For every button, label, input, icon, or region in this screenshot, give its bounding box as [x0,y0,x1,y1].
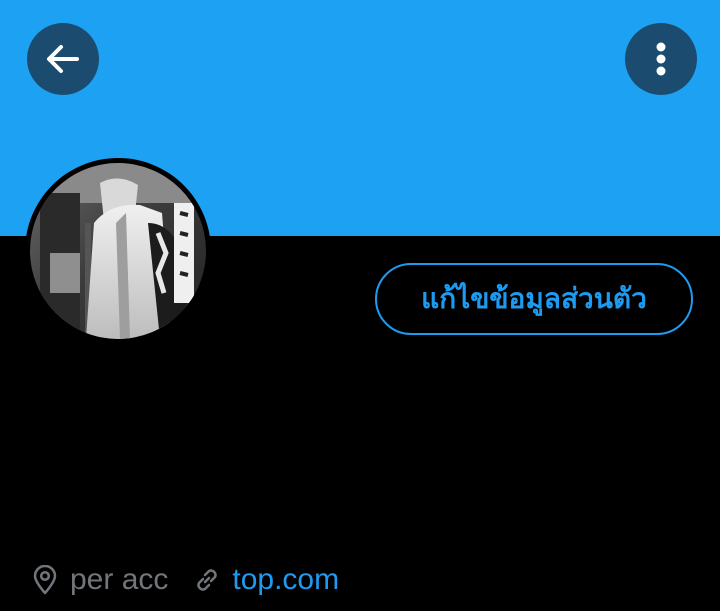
link-icon [192,565,222,595]
more-vertical-icon [656,42,666,76]
more-options-button[interactable] [625,23,697,95]
profile-screen: แก้ไขข้อมูลส่วนตัว per acc top.com [0,0,720,611]
arrow-left-icon [47,45,79,73]
website-link[interactable]: top.com [232,563,339,597]
location-pin-icon [30,565,60,595]
avatar-photo [30,163,206,339]
location-text: per acc [70,563,169,596]
edit-profile-button[interactable]: แก้ไขข้อมูลส่วนตัว [375,263,693,335]
profile-meta: per acc top.com [30,558,339,602]
back-button[interactable] [27,23,99,95]
profile-avatar[interactable] [25,158,211,344]
